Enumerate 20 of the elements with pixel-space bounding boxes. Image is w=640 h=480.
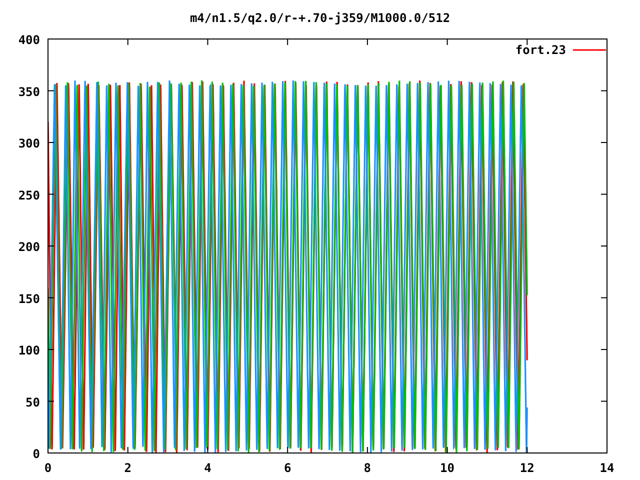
axis-tick-label: 12: [520, 461, 534, 475]
axis-tick-label: 0: [32, 447, 40, 461]
axis-tick-label: 14: [600, 461, 614, 475]
axis-tick-label: 6: [284, 461, 292, 475]
axis-tick-label: 50: [26, 395, 40, 410]
axis-tick-label: 0: [44, 461, 52, 475]
axis-tick-label: 8: [364, 461, 372, 475]
legend-line-icon: [573, 49, 606, 51]
axis-tick-label: 10: [440, 461, 454, 475]
axis-tick-label: 4: [204, 461, 212, 475]
axis-tick-label: 350: [18, 84, 40, 99]
axis-tick-label: 300: [18, 136, 40, 150]
legend-label: fort.23: [515, 43, 566, 57]
axis-tick-label: 150: [18, 292, 40, 306]
axis-tick-label: 100: [18, 344, 40, 358]
axis-tick-label: 200: [18, 240, 40, 254]
axis-tick-label: 250: [18, 188, 40, 202]
axis-tick-label: 400: [18, 33, 40, 47]
axis-tick-label: 2: [124, 461, 132, 475]
chart-title: m4/n1.5/q2.0/r-+.70-j359/M1000.0/512: [190, 11, 450, 25]
